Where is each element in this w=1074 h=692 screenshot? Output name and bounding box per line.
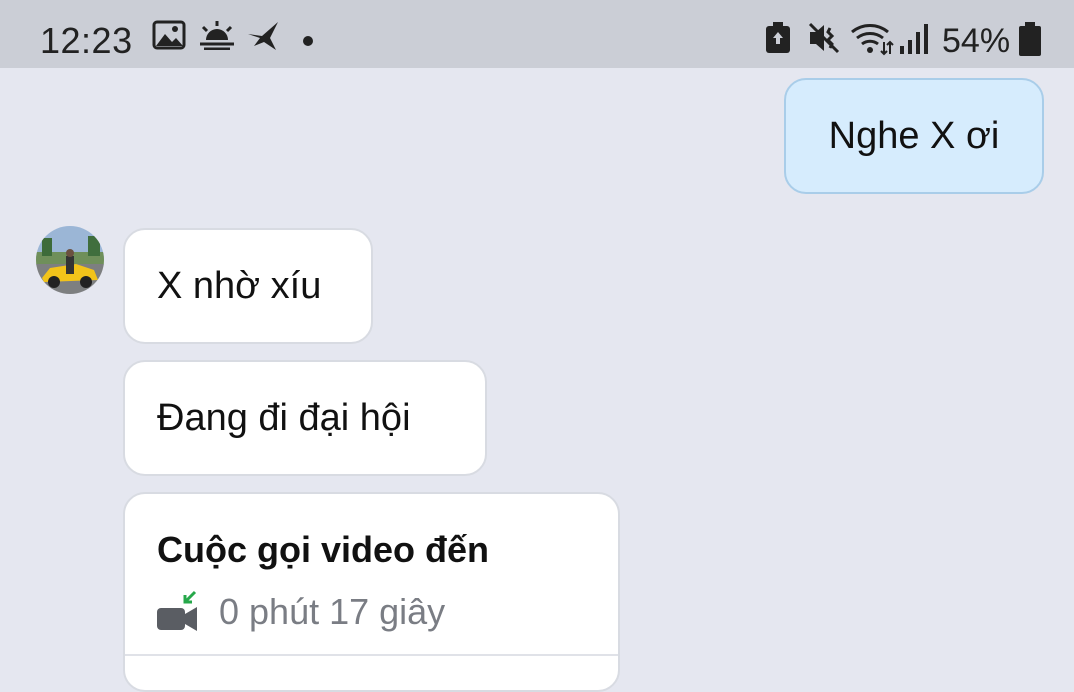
call-duration-row: 0 phút 17 giây [155,590,445,634]
call-title: Cuộc gọi video đến [157,529,490,570]
notification-dot-icon [303,36,313,46]
received-message-bubble[interactable]: Đang đi đại hội [123,360,487,476]
call-card-divider [125,654,618,656]
weather-icon [200,21,234,50]
battery-percentage: 54% [942,22,1011,60]
call-duration: 0 phút 17 giây [219,591,446,632]
received-message-bubble[interactable]: X nhờ xíu [123,228,373,344]
status-time: 12:23 [40,20,133,61]
avatar-image [36,226,104,294]
gallery-icon [152,20,186,50]
battery-icon [1019,22,1041,56]
incoming-video-call-card[interactable]: Cuộc gọi video đến 0 phút 17 giây [123,492,620,692]
message-text: Đang đi đại hội [157,397,411,439]
avatar[interactable] [36,226,104,294]
signal-icon [900,24,928,54]
sent-message-bubble[interactable]: Nghe X ơi [784,78,1044,194]
incoming-video-call-icon [157,590,197,631]
bird-app-icon [248,22,278,50]
battery-saver-icon [766,22,790,53]
vibrate-icon [808,22,840,54]
wifi-icon [851,24,894,56]
status-bar: 12:23 54% [0,0,1074,68]
message-text: Nghe X ơi [828,115,1000,157]
message-text: X nhờ xíu [157,265,322,307]
